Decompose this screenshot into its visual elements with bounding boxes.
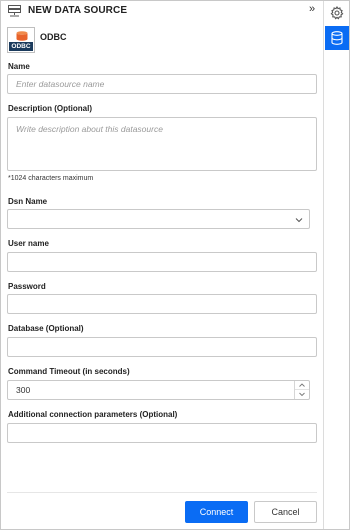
timeout-spinner [294,381,309,399]
name-label: Name [8,62,30,71]
odbc-logo: ODBC [7,27,35,53]
cancel-button[interactable]: Cancel [254,501,317,523]
double-chevron-right-icon[interactable]: » [306,3,318,15]
increment-button[interactable] [295,381,309,390]
username-input[interactable] [7,252,317,272]
database-icon [331,31,343,45]
chevron-down-icon [299,392,305,397]
chevron-down-icon [295,218,303,223]
footer-divider [7,492,317,493]
timeout-stepper[interactable]: 300 [7,380,310,400]
right-rail [323,1,349,529]
odbc-badge: ODBC [9,42,33,51]
name-input[interactable] [7,74,317,94]
description-textarea[interactable] [7,117,317,171]
dsn-label: Dsn Name [8,197,48,206]
username-label: User name [8,239,49,248]
additional-params-input[interactable] [7,423,317,443]
description-label: Description (Optional) [8,104,92,113]
database-input[interactable] [7,337,317,357]
data-tab[interactable] [325,26,349,50]
datasource-type-name: ODBC [40,32,67,42]
database-label: Database (Optional) [8,324,84,333]
gear-icon[interactable] [330,5,344,20]
dsn-dropdown[interactable] [7,209,310,229]
password-input[interactable] [7,294,317,314]
description-hint: *1024 characters maximum [8,175,94,182]
panel-title: NEW DATA SOURCE [28,5,128,16]
additional-params-label: Additional connection parameters (Option… [8,410,178,419]
timeout-value[interactable]: 300 [16,385,30,395]
password-label: Password [8,282,46,291]
datasource-type: ODBC ODBC [7,27,207,53]
decrement-button[interactable] [295,390,309,399]
connect-button[interactable]: Connect [185,501,248,523]
new-datasource-panel: NEW DATA SOURCE » ODBC ODBC Name Descrip… [1,1,323,529]
panel-header: NEW DATA SOURCE » [1,1,323,23]
datasource-icon [8,5,21,17]
chevron-up-icon [299,383,305,387]
timeout-label: Command Timeout (in seconds) [8,367,130,376]
database-cylinder-icon [16,31,28,41]
